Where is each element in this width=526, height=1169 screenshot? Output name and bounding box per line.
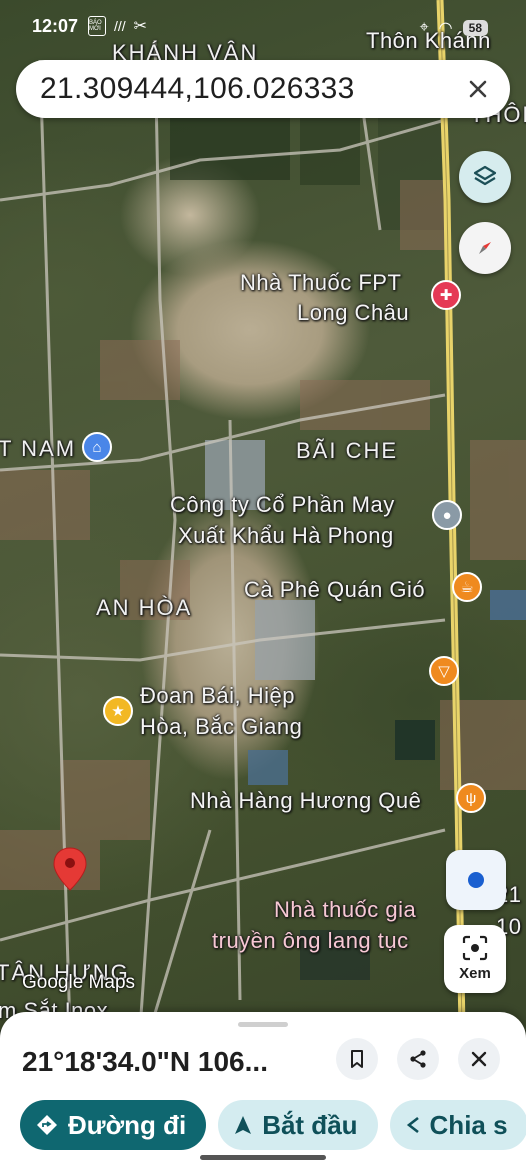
place-label-nha-hang[interactable]: Nhà Hàng Hương Quê xyxy=(190,786,421,816)
area-label-t-nam: T NAM xyxy=(0,436,77,461)
lens-icon xyxy=(462,935,488,961)
pin-icon[interactable] xyxy=(52,846,88,892)
place-label-doan-bai-1[interactable]: Đoan Bái, Hiệp xyxy=(140,681,295,711)
bank-icon[interactable]: ⌂ xyxy=(82,432,112,462)
layers-icon xyxy=(473,165,497,186)
my-location-icon xyxy=(468,872,484,888)
place-label-cafe[interactable]: Cà Phê Quán Gió xyxy=(244,575,425,605)
location-status-icon: ⌖ xyxy=(419,19,429,36)
close-icon xyxy=(471,1051,487,1067)
search-query[interactable]: 21.309444,106.026333 xyxy=(40,72,355,106)
action-chips: Đường đi Bắt đầu Chia s xyxy=(20,1100,526,1150)
compass-button[interactable] xyxy=(459,222,511,274)
status-notification-icons: BÁO MỚI /// ✂ xyxy=(88,16,147,36)
save-button[interactable] xyxy=(336,1038,378,1080)
place-icon[interactable]: ● xyxy=(432,500,462,530)
maps-screen: KHÁNH VÂN Thôn Khánh THÔN T NAM BÃI CHE … xyxy=(0,0,526,1169)
lens-label: Xem xyxy=(459,965,491,982)
place-bottom-sheet[interactable]: 21°18'34.0"N 106... Đường đi Bắt đầu Chi… xyxy=(0,1012,526,1169)
directions-icon xyxy=(37,1115,57,1135)
start-label: Bắt đầu xyxy=(262,1109,358,1140)
restaurant-icon[interactable]: ψ xyxy=(456,783,486,813)
place-label-nha-thuoc-2[interactable]: truyền ông lang tục xyxy=(212,926,409,956)
share-icon xyxy=(410,1050,426,1068)
capcut-icon: ✂ xyxy=(133,18,148,35)
area-label-bai-che: BÃI CHE xyxy=(296,438,399,463)
share-chevron-icon xyxy=(406,1116,419,1134)
place-label-doan-bai-2[interactable]: Hòa, Bắc Giang xyxy=(140,712,302,742)
close-icon[interactable] xyxy=(464,75,492,103)
directions-button[interactable]: Đường đi xyxy=(20,1100,207,1150)
sheet-drag-handle[interactable] xyxy=(238,1022,288,1027)
share-chip-button[interactable]: Chia s xyxy=(389,1100,526,1150)
close-sheet-button[interactable] xyxy=(458,1038,500,1080)
status-bar: 12:07 BÁO MỚI /// ✂ ⌖ ◠ 58 xyxy=(0,0,526,56)
bookmark-icon xyxy=(351,1050,363,1068)
place-label-may-2[interactable]: Xuất Khẩu Hà Phong xyxy=(178,521,394,551)
search-box[interactable]: 21.309444,106.026333 xyxy=(16,60,510,118)
wifi-icon: ◠ xyxy=(438,20,453,37)
directions-label: Đường đi xyxy=(68,1109,187,1140)
bar-icon[interactable]: ▽ xyxy=(429,656,459,686)
area-label-an-hoa: AN HÒA xyxy=(96,595,193,620)
status-time: 12:07 xyxy=(32,16,79,36)
my-location-button[interactable] xyxy=(446,850,506,910)
lens-button[interactable]: Xem xyxy=(444,925,506,993)
share-button[interactable] xyxy=(397,1038,439,1080)
navigation-icon xyxy=(235,1116,252,1134)
signal-slash-icon: /// xyxy=(114,18,126,34)
layers-button[interactable] xyxy=(459,151,511,203)
share-label: Chia s xyxy=(429,1109,508,1140)
battery-icon: 58 xyxy=(462,20,488,36)
place-label-nha-thuoc-1[interactable]: Nhà thuốc gia xyxy=(274,895,416,925)
cafe-icon[interactable]: ☕ xyxy=(452,572,482,602)
place-label-fpt-1[interactable]: Nhà Thuốc FPT xyxy=(240,268,401,298)
pharmacy-icon[interactable]: ✚ xyxy=(431,280,461,310)
status-system-icons: ⌖ ◠ 58 xyxy=(420,18,488,38)
start-button[interactable]: Bắt đầu xyxy=(218,1100,378,1150)
place-title: 21°18'34.0"N 106... xyxy=(22,1046,268,1077)
compass-icon xyxy=(479,242,491,254)
gesture-nav-bar[interactable] xyxy=(200,1155,326,1160)
star-icon[interactable]: ★ xyxy=(103,696,133,726)
place-label-fpt-2[interactable]: Long Châu xyxy=(297,298,409,328)
bao-moi-icon: BÁO MỚI xyxy=(88,16,106,36)
google-maps-logo: Google Maps xyxy=(22,972,136,993)
place-label-may-1[interactable]: Công ty Cổ Phần May xyxy=(170,490,395,520)
